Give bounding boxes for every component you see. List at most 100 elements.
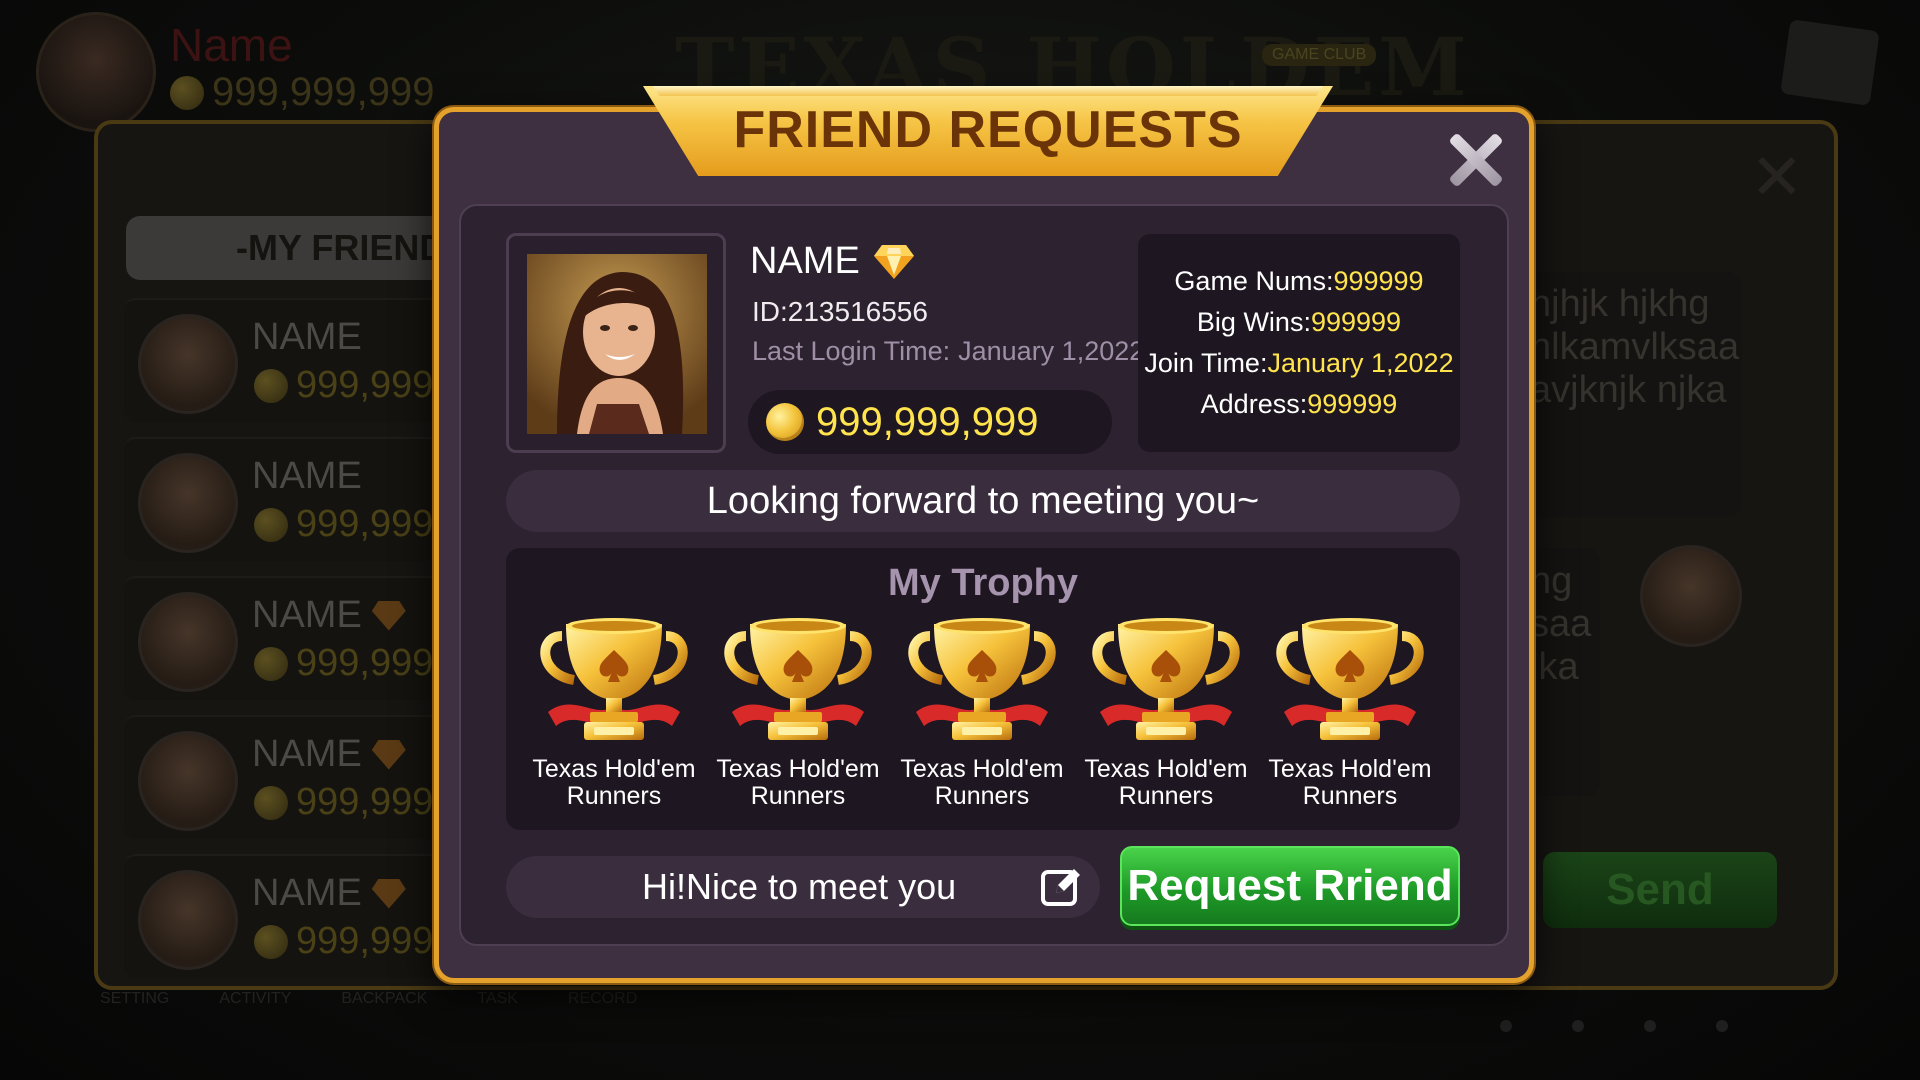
trophy-label-line1: Texas Hold'em [1268, 755, 1432, 783]
stat-join-time: Join Time:January 1,2022 [1144, 348, 1454, 378]
page-dots [1500, 1020, 1728, 1032]
trophy-list: Texas Hold'em Runners Texas Hold'em Runn… [522, 614, 1442, 810]
trophy-label-line2: Runners [566, 782, 662, 810]
chat-avatar [1640, 545, 1742, 647]
trophy-cup-icon [1276, 618, 1424, 740]
close-icon[interactable] [1446, 131, 1504, 189]
trophy-cup-icon [1092, 618, 1240, 740]
friend-avatar [138, 870, 238, 970]
message-input-value: Hi!Nice to meet you [642, 866, 957, 907]
friends-panel-close-icon[interactable]: ✕ [1750, 140, 1804, 215]
trophy-label-line2: Runners [750, 782, 846, 810]
friend-list-item[interactable]: NAME 999,999, [124, 854, 484, 978]
friend-list-item[interactable]: NAME 999,999, [124, 298, 484, 422]
friend-coins: 999,999, [254, 503, 444, 546]
stats-panel: Game Nums:999999 Big Wins:999999 Join Ti… [1138, 234, 1460, 452]
friend-avatar [138, 453, 238, 553]
trophy-item[interactable]: Texas Hold'em Runners [522, 614, 706, 810]
nav-backpack[interactable]: BACKPACK [341, 990, 427, 1008]
friend-avatar [138, 592, 238, 692]
send-button[interactable]: Send [1543, 852, 1777, 928]
friend-coins: 999,999, [254, 920, 444, 963]
nav-task[interactable]: TASK [477, 990, 518, 1008]
trophy-item[interactable]: Texas Hold'em Runners [1258, 614, 1442, 810]
trophy-item[interactable]: Texas Hold'em Runners [706, 614, 890, 810]
top-right-icon[interactable] [1780, 19, 1880, 106]
coin-icon [254, 368, 288, 403]
profile-name-row: NAME [750, 240, 914, 283]
coin-icon [766, 403, 804, 441]
stat-game-nums: Game Nums:999999 [1174, 266, 1424, 296]
vip-diamond-icon [371, 600, 406, 631]
coin-icon [254, 646, 288, 681]
stat-address: Address:999999 [1200, 389, 1398, 419]
vip-diamond-icon [371, 878, 406, 909]
title-banner: FRIEND REQUESTS [643, 86, 1333, 176]
coin-icon [254, 924, 288, 959]
chat-bubble-text: hjhjk hjkhg nlkamvlksaa avjknjk njka [1530, 283, 1740, 411]
trophy-label-line1: Texas Hold'em [900, 755, 1064, 783]
last-login: Last Login Time: January 1,2022 [752, 336, 1144, 367]
vip-diamond-icon [873, 244, 914, 279]
game-logo-badge: GAME CLUB [1262, 44, 1377, 66]
trophy-panel: My Trophy Texas Hold'em Runners Texas Ho… [506, 548, 1460, 830]
bottom-nav: SETTING ACTIVITY BACKPACK TASK RECORD [100, 990, 637, 1008]
tab-my-friend[interactable]: -MY FRIEND [126, 216, 476, 280]
trophy-item[interactable]: Texas Hold'em Runners [890, 614, 1074, 810]
trophy-label-line2: Runners [1118, 782, 1214, 810]
friend-coins: 999,999, [254, 364, 444, 407]
request-friend-button[interactable]: Request Rriend [1120, 846, 1460, 926]
nav-activity[interactable]: ACTIVITY [219, 990, 291, 1008]
trophy-title: My Trophy [887, 562, 1079, 604]
trophy-label: Texas Hold'em Runners [1084, 756, 1247, 810]
chat-bubble-text: hg saa jka [1530, 560, 1592, 688]
player-name: Name [170, 19, 293, 71]
friend-name: NAME [252, 733, 406, 776]
profile-motto: Looking forward to meeting you~ [506, 470, 1460, 532]
friend-avatar [138, 731, 238, 831]
trophy-label: Texas Hold'em Runners [532, 756, 695, 810]
profile-name: NAME [750, 240, 860, 282]
nav-record[interactable]: RECORD [568, 990, 637, 1008]
profile-photo [527, 254, 707, 434]
profile-avatar [506, 233, 726, 453]
player-avatar[interactable] [36, 12, 156, 132]
coin-icon [254, 507, 288, 542]
trophy-label-line1: Texas Hold'em [532, 755, 696, 783]
friend-avatar [138, 314, 238, 414]
trophy-label: Texas Hold'em Runners [900, 756, 1063, 810]
trophy-item[interactable]: Texas Hold'em Runners [1074, 614, 1258, 810]
trophy-cup-icon [540, 618, 688, 740]
stat-big-wins: Big Wins:999999 [1196, 307, 1402, 337]
trophy-label-line1: Texas Hold'em [716, 755, 880, 783]
friend-name: NAME [252, 872, 406, 915]
profile-coins: 999,999,999 [748, 390, 1112, 454]
trophy-cup-icon [724, 618, 872, 740]
profile-id: ID:213516556 [752, 296, 928, 327]
friend-list-item[interactable]: NAME 999,999, [124, 715, 484, 839]
friend-name: NAME [252, 455, 362, 497]
trophy-label: Texas Hold'em Runners [716, 756, 879, 810]
vip-diamond-icon [371, 739, 406, 770]
friend-list-item[interactable]: NAME 999,999, [124, 437, 484, 561]
friend-list-item[interactable]: NAME 999,999, [124, 576, 484, 700]
trophy-label-line2: Runners [934, 782, 1030, 810]
dialog-title: FRIEND REQUESTS [733, 101, 1243, 159]
friend-coins: 999,999, [254, 642, 444, 685]
edit-icon[interactable] [1040, 865, 1084, 909]
trophy-label-line2: Runners [1302, 782, 1398, 810]
trophy-cup-icon [908, 618, 1056, 740]
coin-icon [170, 75, 204, 110]
message-input[interactable]: Hi!Nice to meet you [506, 856, 1100, 918]
coin-icon [254, 785, 288, 820]
nav-setting[interactable]: SETTING [100, 990, 169, 1008]
trophy-label: Texas Hold'em Runners [1268, 756, 1431, 810]
player-coins-value: 999,999,999 [212, 70, 435, 114]
friend-name: NAME [252, 316, 362, 358]
player-coins: 999,999,999 [170, 70, 434, 115]
trophy-label-line1: Texas Hold'em [1084, 755, 1248, 783]
last-login-value: January 1,2022 [958, 336, 1145, 366]
last-login-label: Last Login Time: [752, 336, 951, 366]
profile-coins-value: 999,999,999 [816, 399, 1039, 444]
friend-name: NAME [252, 594, 406, 637]
